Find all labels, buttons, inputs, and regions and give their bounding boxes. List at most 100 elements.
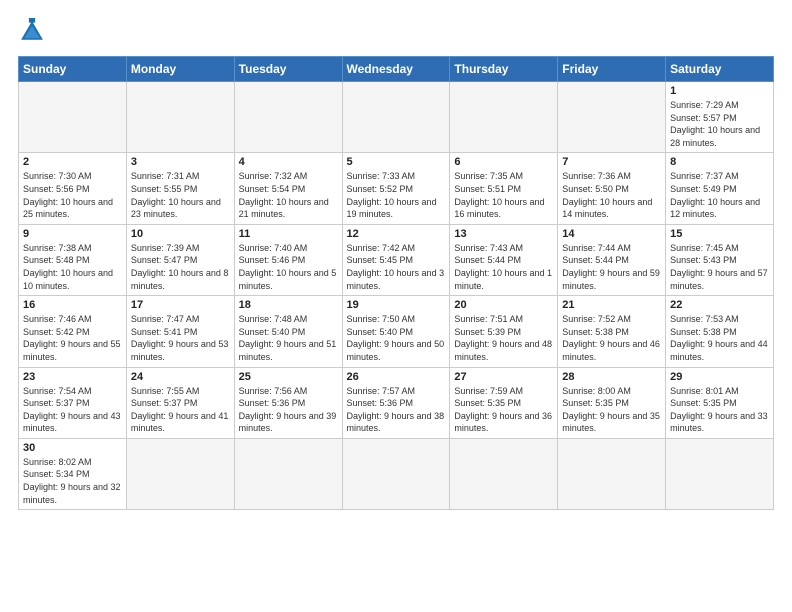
day-number: 28: [562, 371, 661, 383]
day-info: Sunrise: 7:47 AMSunset: 5:41 PMDaylight:…: [131, 314, 229, 362]
day-info: Sunrise: 7:46 AMSunset: 5:42 PMDaylight:…: [23, 314, 121, 362]
day-number: 15: [670, 228, 769, 240]
calendar-day-cell: 13Sunrise: 7:43 AMSunset: 5:44 PMDayligh…: [450, 224, 558, 295]
calendar-day-cell: 11Sunrise: 7:40 AMSunset: 5:46 PMDayligh…: [234, 224, 342, 295]
calendar-week-row: 2Sunrise: 7:30 AMSunset: 5:56 PMDaylight…: [19, 153, 774, 224]
calendar-day-cell: 30 Sunrise: 8:02 AMSunset: 5:34 PMDayligh…: [19, 438, 127, 509]
day-number: 21: [562, 299, 661, 311]
day-number: 4: [239, 156, 338, 168]
day-info: Sunrise: 7:30 AMSunset: 5:56 PMDaylight:…: [23, 171, 113, 219]
calendar-week-row: 30 Sunrise: 8:02 AMSunset: 5:34 PMDayligh…: [19, 438, 774, 509]
calendar-day-cell: 27 Sunrise: 7:59 AMSunset: 5:35 PMDayligh…: [450, 367, 558, 438]
day-number: 11: [239, 228, 338, 240]
calendar-day-cell: 26Sunrise: 7:57 AMSunset: 5:36 PMDayligh…: [342, 367, 450, 438]
calendar-day-cell: 18Sunrise: 7:48 AMSunset: 5:40 PMDayligh…: [234, 296, 342, 367]
calendar-week-row: 16 Sunrise: 7:46 AMSunset: 5:42 PMDayligh…: [19, 296, 774, 367]
day-number: 12: [347, 228, 446, 240]
day-info: Sunrise: 7:39 AMSunset: 5:47 PMDaylight:…: [131, 243, 229, 291]
calendar-day-cell: [666, 438, 774, 509]
day-of-week-header: Tuesday: [234, 57, 342, 82]
calendar-day-cell: [342, 82, 450, 153]
calendar-day-cell: 15Sunrise: 7:45 AMSunset: 5:43 PMDayligh…: [666, 224, 774, 295]
calendar-day-cell: 12 Sunrise: 7:42 AMSunset: 5:45 PMDayligh…: [342, 224, 450, 295]
day-info: Sunrise: 7:29 AMSunset: 5:57 PMDaylight:…: [670, 100, 760, 148]
day-info: Sunrise: 7:37 AMSunset: 5:49 PMDaylight:…: [670, 171, 760, 219]
day-info: Sunrise: 7:59 AMSunset: 5:35 PMDaylight:…: [454, 386, 552, 434]
calendar-day-cell: [126, 438, 234, 509]
calendar-day-cell: 17 Sunrise: 7:47 AMSunset: 5:41 PMDayligh…: [126, 296, 234, 367]
day-of-week-header: Saturday: [666, 57, 774, 82]
day-info: Sunrise: 8:02 AMSunset: 5:34 PMDaylight:…: [23, 457, 121, 505]
calendar-day-cell: 2Sunrise: 7:30 AMSunset: 5:56 PMDaylight…: [19, 153, 127, 224]
day-number: 18: [239, 299, 338, 311]
calendar-day-cell: [558, 438, 666, 509]
header: [18, 18, 774, 46]
day-of-week-header: Wednesday: [342, 57, 450, 82]
day-of-week-header: Monday: [126, 57, 234, 82]
day-number: 1: [670, 85, 769, 97]
calendar-day-cell: [234, 82, 342, 153]
calendar-day-cell: 24 Sunrise: 7:55 AMSunset: 5:37 PMDayligh…: [126, 367, 234, 438]
day-info: Sunrise: 7:32 AMSunset: 5:54 PMDaylight:…: [239, 171, 329, 219]
calendar-day-cell: 29 Sunrise: 8:01 AMSunset: 5:35 PMDayligh…: [666, 367, 774, 438]
calendar-day-cell: 20 Sunrise: 7:51 AMSunset: 5:39 PMDayligh…: [450, 296, 558, 367]
day-number: 30: [23, 442, 122, 454]
day-info: Sunrise: 7:52 AMSunset: 5:38 PMDaylight:…: [562, 314, 660, 362]
calendar-day-cell: 7 Sunrise: 7:36 AMSunset: 5:50 PMDaylight…: [558, 153, 666, 224]
day-number: 19: [347, 299, 446, 311]
calendar-day-cell: [450, 438, 558, 509]
day-number: 7: [562, 156, 661, 168]
day-number: 8: [670, 156, 769, 168]
day-number: 10: [131, 228, 230, 240]
calendar-day-cell: [19, 82, 127, 153]
day-info: Sunrise: 7:44 AMSunset: 5:44 PMDaylight:…: [562, 243, 660, 291]
calendar-day-cell: [558, 82, 666, 153]
calendar-day-cell: 3Sunrise: 7:31 AMSunset: 5:55 PMDaylight…: [126, 153, 234, 224]
day-of-week-header: Friday: [558, 57, 666, 82]
day-info: Sunrise: 7:35 AMSunset: 5:51 PMDaylight:…: [454, 171, 544, 219]
calendar-day-cell: [450, 82, 558, 153]
day-number: 13: [454, 228, 553, 240]
day-info: Sunrise: 7:36 AMSunset: 5:50 PMDaylight:…: [562, 171, 652, 219]
page: SundayMondayTuesdayWednesdayThursdayFrid…: [0, 0, 792, 520]
day-of-week-header: Thursday: [450, 57, 558, 82]
day-number: 29: [670, 371, 769, 383]
calendar-day-cell: 19Sunrise: 7:50 AMSunset: 5:40 PMDayligh…: [342, 296, 450, 367]
day-number: 23: [23, 371, 122, 383]
day-info: Sunrise: 7:56 AMSunset: 5:36 PMDaylight:…: [239, 386, 337, 434]
calendar-day-cell: 8 Sunrise: 7:37 AMSunset: 5:49 PMDaylight…: [666, 153, 774, 224]
day-info: Sunrise: 7:38 AMSunset: 5:48 PMDaylight:…: [23, 243, 113, 291]
logo: [18, 18, 50, 46]
day-number: 17: [131, 299, 230, 311]
calendar-day-cell: 22Sunrise: 7:53 AMSunset: 5:38 PMDayligh…: [666, 296, 774, 367]
day-number: 20: [454, 299, 553, 311]
day-info: Sunrise: 7:42 AMSunset: 5:45 PMDaylight:…: [347, 243, 445, 291]
day-number: 24: [131, 371, 230, 383]
calendar-day-cell: 5 Sunrise: 7:33 AMSunset: 5:52 PMDaylight…: [342, 153, 450, 224]
day-info: Sunrise: 7:57 AMSunset: 5:36 PMDaylight:…: [347, 386, 445, 434]
day-number: 27: [454, 371, 553, 383]
logo-icon: [18, 18, 46, 46]
day-number: 5: [347, 156, 446, 168]
calendar-day-cell: 9 Sunrise: 7:38 AMSunset: 5:48 PMDaylight…: [19, 224, 127, 295]
day-info: Sunrise: 8:01 AMSunset: 5:35 PMDaylight:…: [670, 386, 768, 434]
calendar-day-cell: 1 Sunrise: 7:29 AMSunset: 5:57 PMDaylight…: [666, 82, 774, 153]
day-info: Sunrise: 8:00 AMSunset: 5:35 PMDaylight:…: [562, 386, 660, 434]
day-number: 9: [23, 228, 122, 240]
calendar-day-cell: 25Sunrise: 7:56 AMSunset: 5:36 PMDayligh…: [234, 367, 342, 438]
day-info: Sunrise: 7:55 AMSunset: 5:37 PMDaylight:…: [131, 386, 229, 434]
day-info: Sunrise: 7:54 AMSunset: 5:37 PMDaylight:…: [23, 386, 121, 434]
day-info: Sunrise: 7:31 AMSunset: 5:55 PMDaylight:…: [131, 171, 221, 219]
calendar-day-cell: 21 Sunrise: 7:52 AMSunset: 5:38 PMDayligh…: [558, 296, 666, 367]
day-number: 14: [562, 228, 661, 240]
calendar-day-cell: [342, 438, 450, 509]
day-info: Sunrise: 7:53 AMSunset: 5:38 PMDaylight:…: [670, 314, 768, 362]
calendar-day-cell: 4 Sunrise: 7:32 AMSunset: 5:54 PMDaylight…: [234, 153, 342, 224]
calendar-day-cell: [234, 438, 342, 509]
calendar-day-cell: 14 Sunrise: 7:44 AMSunset: 5:44 PMDayligh…: [558, 224, 666, 295]
day-info: Sunrise: 7:33 AMSunset: 5:52 PMDaylight:…: [347, 171, 437, 219]
calendar-day-cell: 23 Sunrise: 7:54 AMSunset: 5:37 PMDayligh…: [19, 367, 127, 438]
day-info: Sunrise: 7:51 AMSunset: 5:39 PMDaylight:…: [454, 314, 552, 362]
calendar-day-cell: 6Sunrise: 7:35 AMSunset: 5:51 PMDaylight…: [450, 153, 558, 224]
day-number: 16: [23, 299, 122, 311]
